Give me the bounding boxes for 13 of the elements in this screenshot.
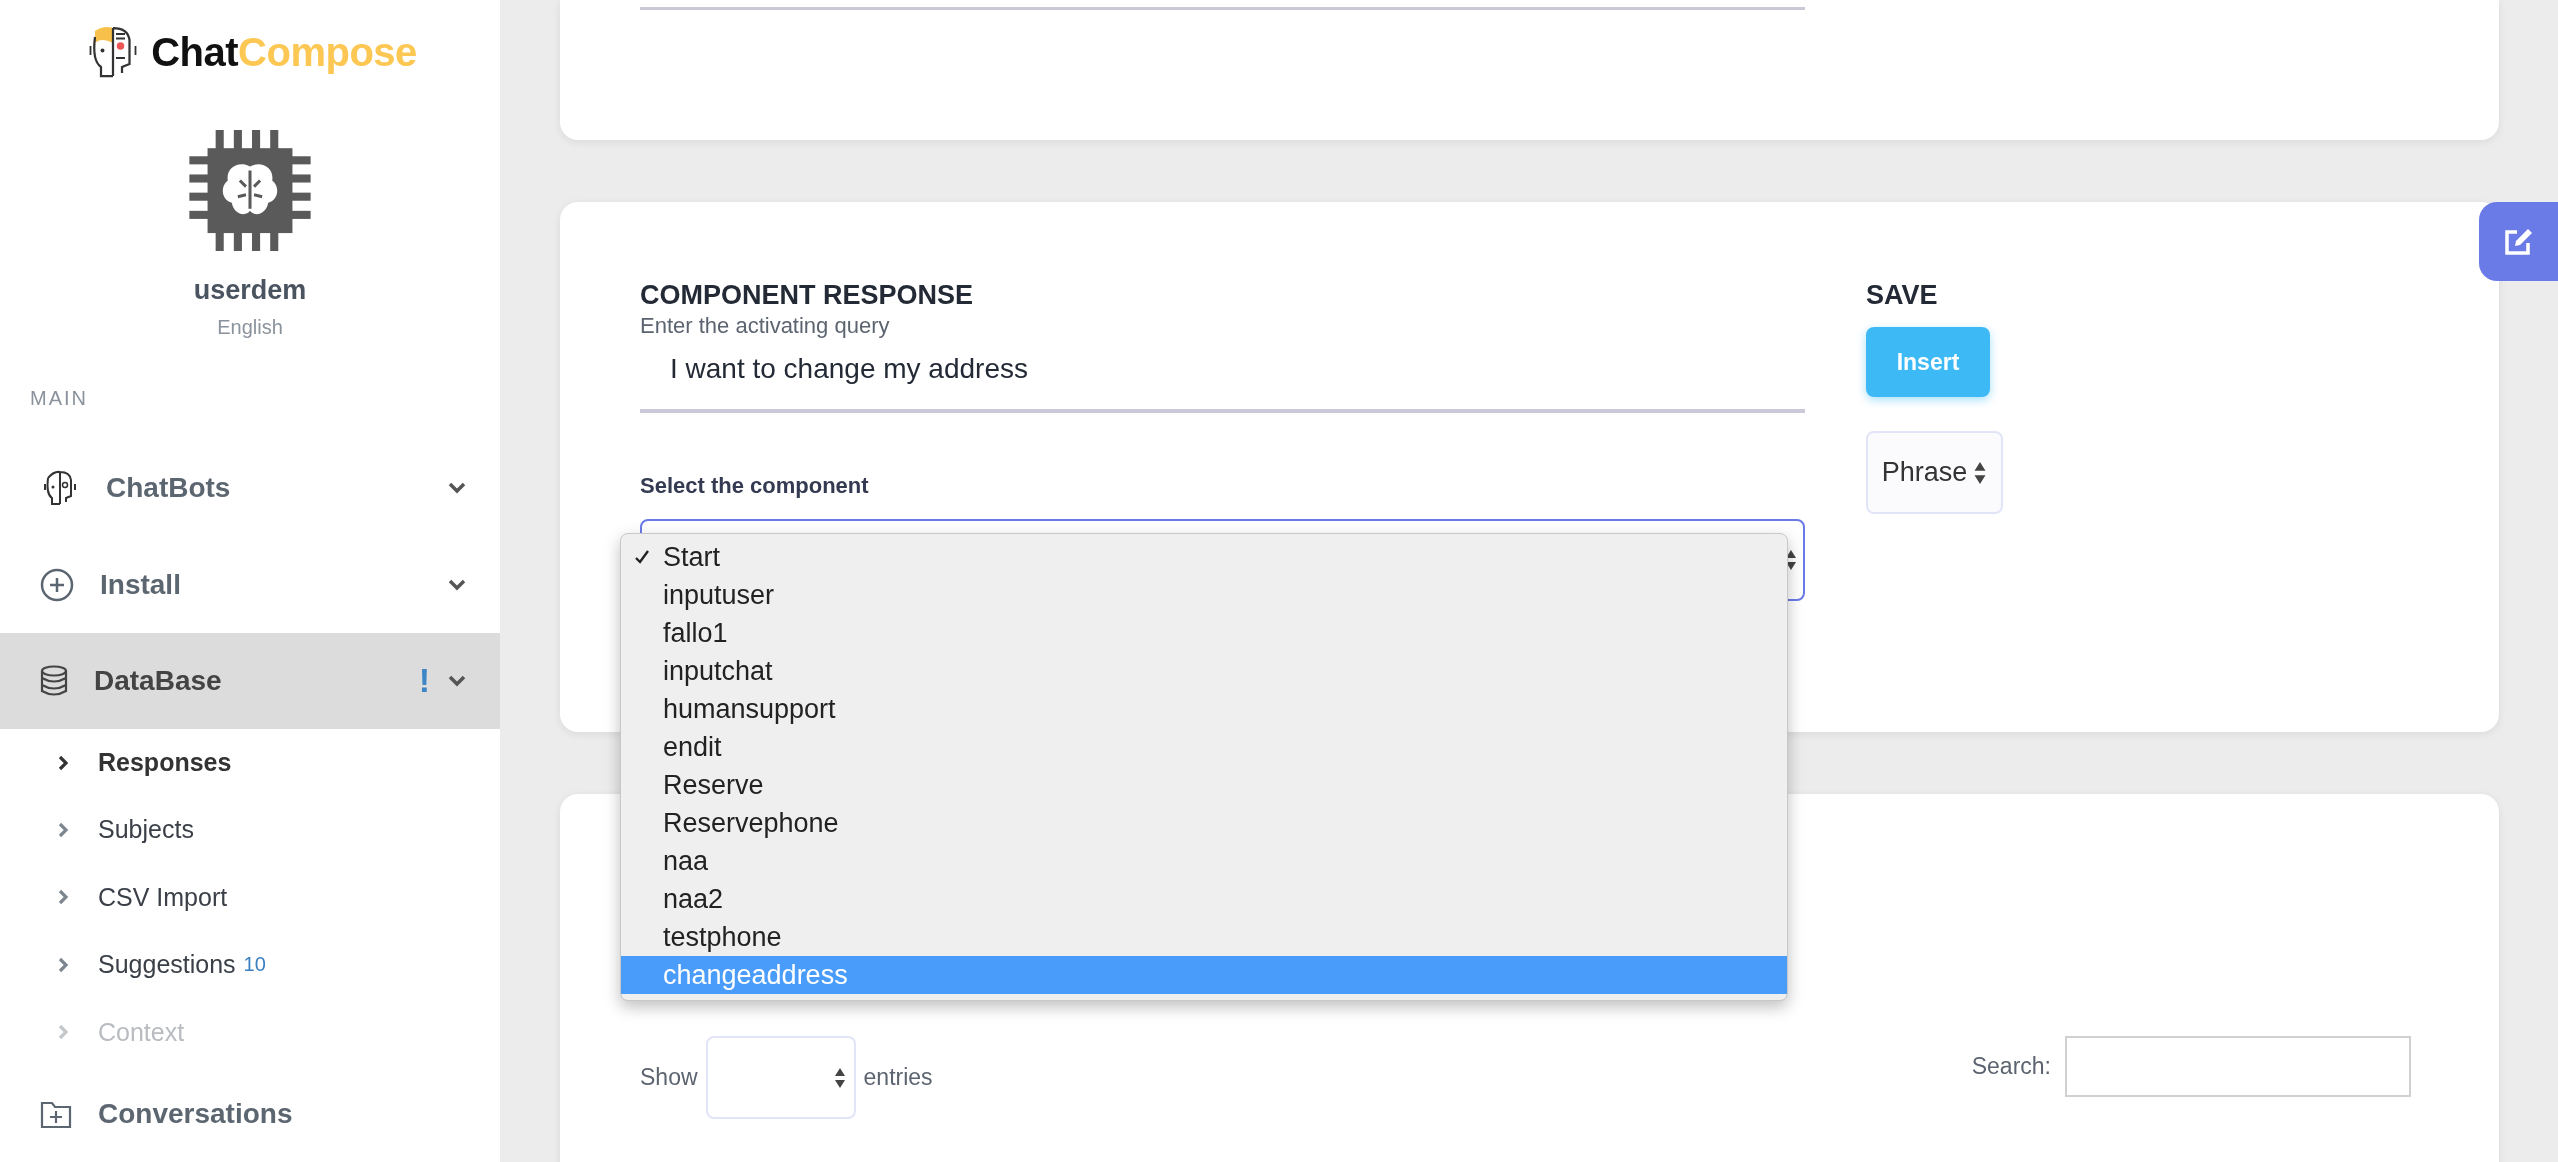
suggestion-count: 10 <box>243 953 266 977</box>
section-label: MAIN <box>29 387 89 411</box>
user-name: userdem <box>192 275 308 307</box>
save-title: SAVE <box>1866 280 1938 311</box>
logo-text: ChatCompose <box>151 29 417 75</box>
query-label: Enter the activating query <box>640 313 891 339</box>
search-label: Search: <box>1971 1053 2051 1080</box>
alert-mark: ! <box>418 661 430 701</box>
component-label: Select the component <box>640 473 870 499</box>
form-title: COMPONENT RESPONSE <box>640 280 975 311</box>
show-label: Show <box>640 1064 698 1091</box>
user-language: English <box>216 316 284 340</box>
entries-label: entries <box>863 1064 933 1091</box>
